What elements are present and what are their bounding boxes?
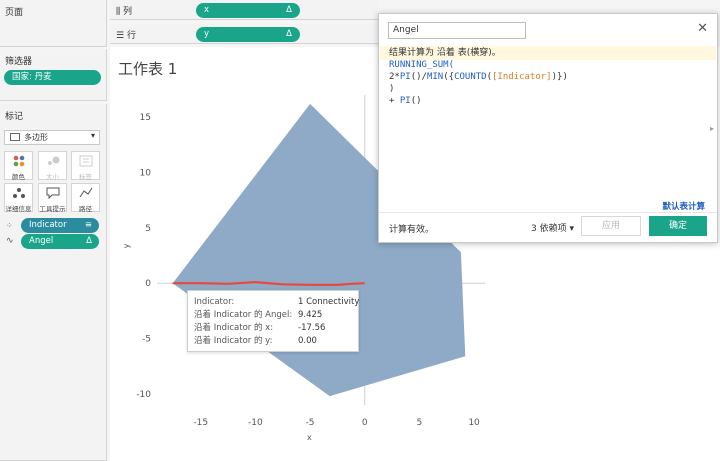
ok-label: 确定 bbox=[668, 221, 687, 231]
apply-button[interactable]: 应用 bbox=[581, 216, 641, 236]
close-icon[interactable]: ✕ bbox=[697, 21, 708, 36]
code-token: () bbox=[410, 96, 422, 106]
apply-label: 应用 bbox=[601, 221, 620, 231]
y-tick-label: 5 bbox=[145, 224, 151, 234]
y-axis-label: y bbox=[122, 243, 131, 248]
tooltip-label: 沿着 Indicator 的 Angel: bbox=[194, 310, 293, 320]
y-tick-label: -5 bbox=[142, 335, 151, 345]
code-token: COUNTD bbox=[454, 72, 487, 82]
tooltip-row: Indicator: 1 Connectivity bbox=[194, 296, 359, 309]
code-token: PI bbox=[399, 96, 411, 106]
code-token: PI bbox=[399, 72, 411, 82]
code-token: MIN bbox=[426, 72, 444, 82]
tooltip-value: -17.56 bbox=[298, 323, 326, 333]
tooltip-label: 沿着 Indicator 的 y: bbox=[194, 336, 273, 346]
chevron-down-icon: ▾ bbox=[569, 224, 574, 234]
tooltip-label: Indicator: bbox=[194, 297, 235, 307]
y-tick-label: -10 bbox=[136, 390, 151, 400]
code-token: + bbox=[389, 96, 400, 106]
watermark: 知乎 @禹洋 bbox=[588, 423, 679, 443]
tooltip-row: 沿着 Indicator 的 Angel: 9.425 bbox=[194, 309, 322, 322]
x-tick-label: 10 bbox=[468, 418, 480, 428]
code-token: ({ bbox=[443, 72, 455, 82]
editor-footer-divider bbox=[379, 212, 717, 213]
calc-name-value: Angel bbox=[393, 25, 419, 35]
formula-comment: 结果计算为 沿着 表(横穿)。 bbox=[389, 48, 501, 58]
x-tick-label: -10 bbox=[248, 418, 263, 428]
calc-name-input[interactable]: Angel bbox=[388, 22, 526, 39]
x-tick-label: -15 bbox=[193, 418, 208, 428]
tooltip-row: 沿着 Indicator 的 x: -17.56 bbox=[194, 322, 325, 335]
x-tick-label: 5 bbox=[417, 418, 423, 428]
ok-button[interactable]: 确定 bbox=[649, 216, 707, 236]
code-field: [Indicator] bbox=[492, 72, 552, 82]
tooltip-label: 沿着 Indicator 的 x: bbox=[194, 323, 274, 333]
y-tick-label: 0 bbox=[145, 279, 151, 289]
code-running-sum: RUNNING_SUM( bbox=[389, 60, 455, 70]
status-text: 计算有效。 bbox=[389, 225, 435, 235]
code-token: ) bbox=[389, 84, 395, 94]
expand-arrow-icon[interactable]: ▸ bbox=[710, 124, 714, 133]
y-tick-label: 15 bbox=[140, 113, 151, 123]
x-tick-label: 0 bbox=[362, 418, 368, 428]
x-axis-label: x bbox=[307, 433, 312, 442]
code-token: 2* bbox=[389, 72, 400, 82]
dependencies-label: 3 依赖项 bbox=[531, 224, 567, 234]
x-tick-label: -5 bbox=[306, 418, 315, 428]
code-token: )}) bbox=[551, 72, 568, 82]
code-token: ()/ bbox=[410, 72, 427, 82]
tooltip-value: 9.425 bbox=[298, 310, 323, 320]
tooltip-value: 0.00 bbox=[298, 336, 317, 346]
tooltip-value: 1 Connectivity bbox=[298, 297, 360, 307]
tooltip-card: Indicator: 1 Connectivity 沿着 Indicator 的… bbox=[187, 290, 359, 352]
formula-text[interactable]: 结果计算为 沿着 表(横穿)。 RUNNING_SUM( 2*PI()/MIN(… bbox=[389, 47, 709, 107]
dependencies-dropdown[interactable]: 3 依赖项 ▾ bbox=[531, 221, 574, 234]
tooltip-row: 沿着 Indicator 的 y: 0.00 bbox=[194, 335, 317, 348]
default-table-calc-link[interactable]: 默认表计算 bbox=[662, 200, 705, 212]
calc-editor: Angel ✕ 结果计算为 沿着 表(横穿)。 RUNNING_SUM( 2*P… bbox=[378, 13, 718, 243]
y-tick-label: 10 bbox=[140, 169, 152, 179]
